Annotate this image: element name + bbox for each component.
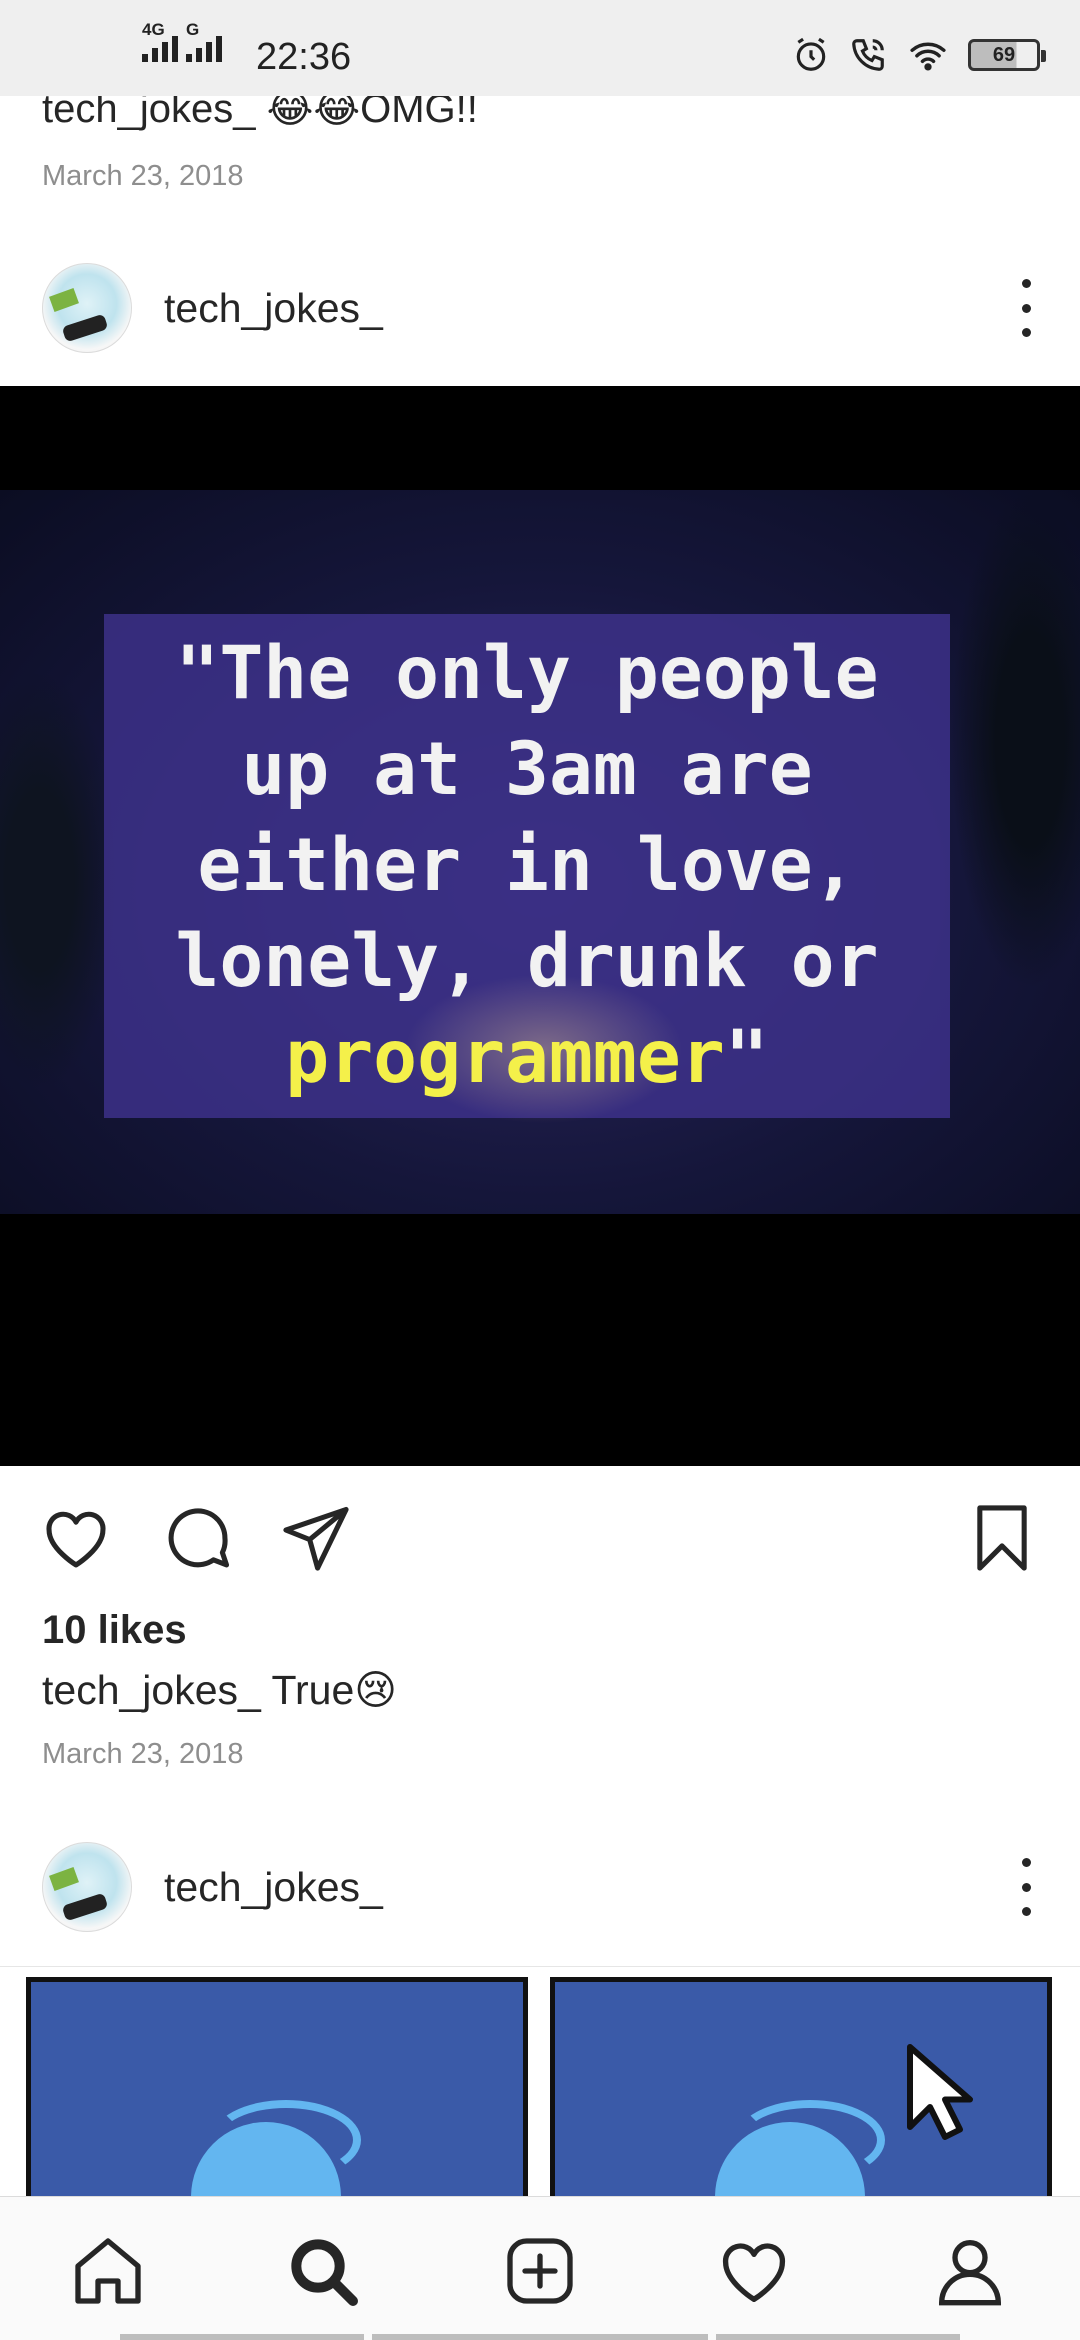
gesture-bar <box>716 2334 960 2340</box>
home-icon[interactable] <box>68 2231 148 2311</box>
post-image[interactable]: "The only people up at 3am are either in… <box>0 386 1080 1466</box>
signal-strength-icon: 4G <box>142 20 178 62</box>
post-actions <box>0 1486 1080 1586</box>
network-indicators: 4G G <box>142 20 222 62</box>
gesture-bar <box>372 2334 708 2340</box>
post-caption: tech_jokes_ True😢 <box>42 1666 397 1714</box>
post-username[interactable]: tech_jokes_ <box>164 285 383 332</box>
clock: 22:36 <box>256 36 352 78</box>
activity-icon[interactable] <box>714 2231 794 2311</box>
wifi-icon <box>910 42 946 71</box>
quote-line: lonely, drunk or <box>175 919 879 1004</box>
post-header: tech_jokes_ <box>0 243 1080 373</box>
quote-close-mark: " <box>724 1015 769 1100</box>
post-date: March 23, 2018 <box>42 160 244 192</box>
cursor-icon <box>907 2044 973 2140</box>
quote-panel: "The only people up at 3am are either in… <box>104 614 950 1124</box>
gesture-bar <box>120 2334 364 2340</box>
avatar[interactable] <box>42 263 132 353</box>
post-image-scene: "The only people up at 3am are either in… <box>0 490 1080 1214</box>
quote-line: either in love, <box>197 823 857 908</box>
more-options-icon[interactable] <box>1020 279 1032 337</box>
avatar[interactable] <box>42 1842 132 1932</box>
likes-count[interactable]: 10 likes <box>42 1608 187 1653</box>
signal-strength-icon: G <box>186 20 222 62</box>
search-icon[interactable] <box>283 2231 363 2311</box>
comic-panel <box>550 1977 1052 2196</box>
alarm-icon <box>796 37 826 71</box>
bottom-nav <box>0 2196 1080 2340</box>
like-icon[interactable] <box>38 1500 114 1576</box>
quote-accent-word: programmer <box>285 1015 725 1100</box>
status-bar: 4G G 22:36 69 <box>0 0 1080 96</box>
quote-line: "The only people <box>175 631 879 716</box>
profile-icon[interactable] <box>930 2231 1010 2311</box>
status-icons: 69 <box>792 36 1046 74</box>
more-options-icon[interactable] <box>1020 1858 1032 1916</box>
quote-line-last: programmer" <box>285 1010 768 1106</box>
wifi-call-icon <box>852 39 884 71</box>
caption-text: True😢 <box>271 1667 398 1713</box>
add-post-icon[interactable] <box>500 2231 580 2311</box>
caption-username[interactable]: tech_jokes_ <box>42 1667 261 1713</box>
network-type-label: G <box>186 20 200 39</box>
next-post-header: tech_jokes_ <box>0 1822 1080 1952</box>
network-type-label: 4G <box>142 20 165 39</box>
comic-panel <box>26 1977 528 2196</box>
next-post-image[interactable] <box>0 1966 1080 2196</box>
save-icon[interactable] <box>964 1500 1040 1576</box>
post-username[interactable]: tech_jokes_ <box>164 1864 383 1911</box>
battery-level: 69 <box>992 43 1016 66</box>
battery-icon: 69 <box>968 39 1046 71</box>
post-date: March 23, 2018 <box>42 1738 244 1770</box>
quote-line: up at 3am are <box>241 727 813 812</box>
share-icon[interactable] <box>278 1500 354 1576</box>
comment-icon[interactable] <box>160 1500 236 1576</box>
